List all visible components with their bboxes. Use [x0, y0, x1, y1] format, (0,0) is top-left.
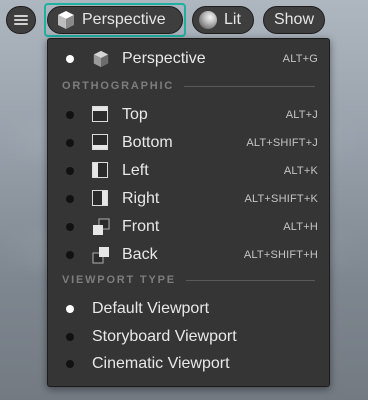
menu-item-bottom[interactable]: Bottom ALT+SHIFT+J	[48, 129, 329, 157]
view-top-icon	[92, 106, 110, 124]
view-mode-button[interactable]: Lit	[192, 6, 254, 34]
menu-item-top[interactable]: Top ALT+J	[48, 101, 329, 129]
shortcut-label: ALT+SHIFT+K	[244, 193, 318, 205]
selected-radio-indicator	[66, 55, 74, 63]
menu-item-label: Perspective	[122, 50, 206, 67]
viewport-options-button[interactable]	[6, 6, 36, 34]
shortcut-label: ALT+SHIFT+H	[243, 249, 318, 261]
shortcut-label: ALT+H	[283, 221, 318, 233]
cube-icon	[93, 50, 109, 68]
selected-radio-indicator	[66, 305, 74, 313]
radio-indicator	[66, 111, 74, 119]
radio-indicator	[66, 251, 74, 259]
view-right-icon	[92, 190, 110, 208]
section-header-orthographic: ORTHOGRAPHIC	[62, 79, 315, 93]
menu-item-back[interactable]: Back ALT+SHIFT+H	[48, 241, 329, 269]
menu-item-default-viewport[interactable]: Default Viewport	[48, 295, 329, 323]
cube-icon	[58, 11, 74, 29]
radio-indicator	[66, 139, 74, 147]
menu-item-storyboard-viewport[interactable]: Storyboard Viewport	[48, 323, 329, 351]
shortcut-label: ALT+G	[282, 53, 318, 65]
view-front-icon	[93, 218, 110, 235]
radio-indicator	[66, 360, 74, 368]
radio-indicator	[66, 223, 74, 231]
show-flags-button[interactable]: Show	[263, 6, 325, 34]
view-bottom-icon	[92, 134, 110, 152]
menu-item-label: Bottom	[122, 134, 173, 151]
section-label: VIEWPORT TYPE	[62, 274, 176, 286]
view-left-icon	[92, 162, 110, 180]
shortcut-label: ALT+K	[283, 165, 318, 177]
show-button-label: Show	[273, 11, 315, 28]
view-mode-label: Lit	[224, 11, 241, 28]
section-divider	[185, 279, 315, 281]
menu-item-label: Left	[122, 162, 149, 179]
menu-item-right[interactable]: Right ALT+SHIFT+K	[48, 185, 329, 213]
view-type-dropdown: Perspective ALT+G ORTHOGRAPHIC Top ALT+J…	[47, 38, 330, 387]
perspective-button-label: Perspective	[82, 11, 166, 28]
menu-item-perspective[interactable]: Perspective ALT+G	[48, 45, 329, 73]
section-header-viewport-type: VIEWPORT TYPE	[62, 273, 315, 287]
shortcut-label: ALT+SHIFT+J	[246, 137, 318, 149]
menu-item-label: Default Viewport	[92, 300, 210, 317]
section-divider	[184, 85, 315, 87]
menu-item-cinematic-viewport[interactable]: Cinematic Viewport	[48, 350, 329, 378]
menu-item-label: Back	[122, 246, 158, 263]
view-back-icon	[92, 247, 109, 264]
menu-item-label: Right	[122, 190, 160, 207]
section-label: ORTHOGRAPHIC	[62, 80, 175, 92]
menu-item-label: Cinematic Viewport	[92, 355, 230, 372]
menu-item-left[interactable]: Left ALT+K	[48, 157, 329, 185]
shortcut-label: ALT+J	[285, 109, 318, 121]
menu-item-label: Top	[122, 106, 148, 123]
radio-indicator	[66, 167, 74, 175]
perspective-view-button[interactable]: Perspective	[47, 6, 183, 34]
radio-indicator	[66, 333, 74, 341]
menu-item-front[interactable]: Front ALT+H	[48, 213, 329, 241]
menu-item-label: Front	[122, 218, 160, 235]
menu-item-label: Storyboard Viewport	[92, 328, 237, 345]
lit-sphere-icon	[199, 11, 217, 29]
hamburger-menu-icon	[14, 15, 28, 25]
radio-indicator	[66, 195, 74, 203]
